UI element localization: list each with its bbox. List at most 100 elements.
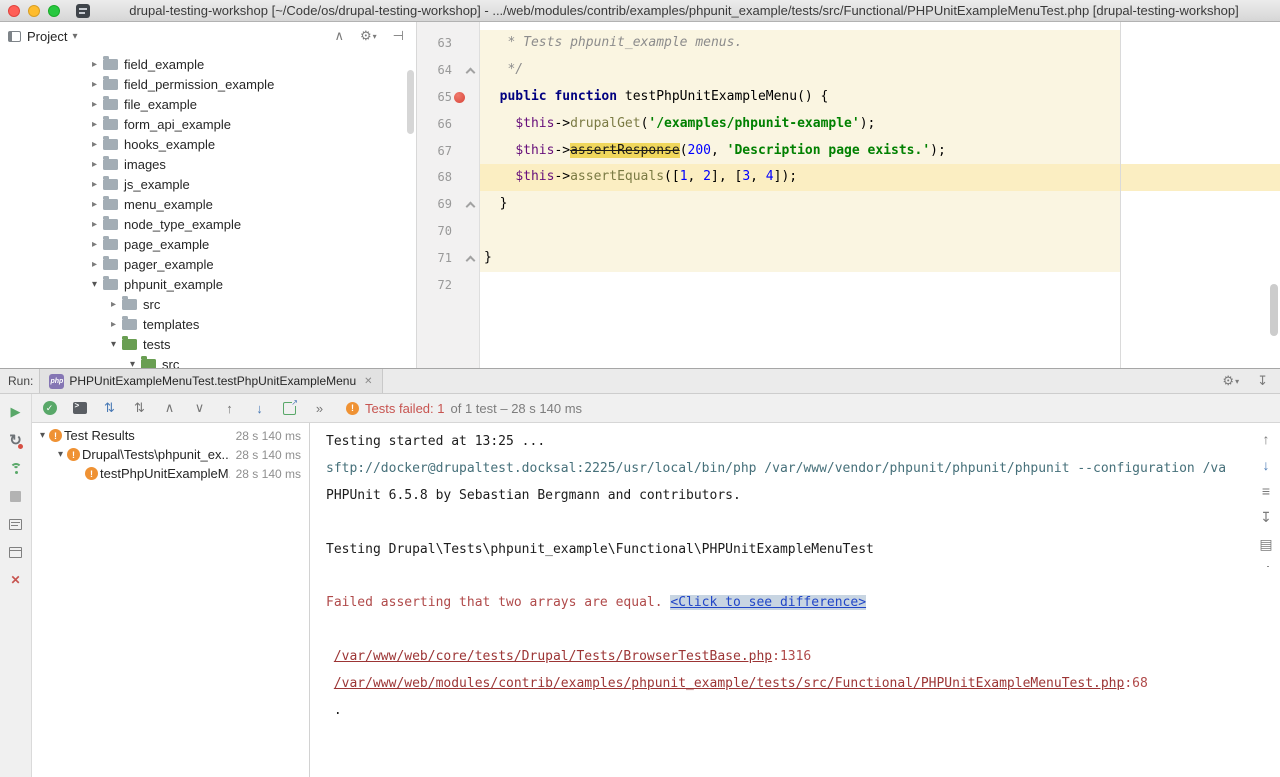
stacktrace-link[interactable]: /var/www/web/core/tests/Drupal/Tests/Bro… — [334, 649, 772, 664]
project-tree-item-js_example[interactable]: js_example — [0, 174, 416, 194]
close-window-button[interactable] — [8, 5, 20, 17]
dock-window-icon[interactable]: ↧ — [1257, 373, 1268, 389]
editor-line[interactable]: 69 } — [417, 191, 1280, 218]
chevron-right-icon[interactable] — [88, 119, 101, 130]
collapse-all-button[interactable]: ∨ — [192, 400, 207, 416]
stacktrace-link[interactable]: /var/www/web/modules/contrib/examples/ph… — [334, 676, 1125, 691]
project-tree-item-src[interactable]: src — [0, 294, 416, 314]
test-tree-item[interactable]: !Test Results28 s 140 ms — [32, 426, 309, 445]
editor[interactable]: 63 * Tests phpunit_example menus.64 */65… — [417, 22, 1280, 368]
restore-layout-button[interactable] — [0, 511, 31, 537]
show-console-button[interactable] — [72, 402, 87, 414]
down-stack-trace-button[interactable]: ↓ — [1263, 457, 1270, 473]
chevron-right-icon[interactable] — [88, 219, 101, 230]
chevron-right-icon[interactable] — [88, 199, 101, 210]
fold-icon[interactable] — [466, 67, 476, 77]
project-tree-item-tests[interactable]: tests — [0, 334, 416, 354]
chevron-right-icon[interactable] — [88, 159, 101, 170]
view-difference-link[interactable]: <Click to see difference> — [670, 595, 866, 610]
chevron-down-icon[interactable] — [54, 449, 67, 460]
rerun-failed-tests-button[interactable]: ↻ — [0, 427, 31, 453]
test-tree-item[interactable]: !Drupal\Tests\phpunit_ex...28 s 140 ms — [32, 445, 309, 464]
show-passed-button[interactable]: ✓ — [42, 401, 57, 415]
previous-failed-test-button[interactable]: ↑ — [222, 401, 237, 416]
project-scrollbar[interactable] — [406, 54, 415, 354]
close-run-panel-button[interactable]: ✕ — [0, 567, 31, 593]
stop-button[interactable] — [0, 483, 31, 509]
next-failed-test-button[interactable]: ↓ — [252, 401, 267, 416]
chevron-right-icon[interactable] — [107, 299, 120, 310]
settings-gear-icon[interactable]: ⚙▾ — [360, 28, 377, 44]
fold-icon[interactable] — [466, 256, 476, 266]
fold-icon[interactable] — [466, 202, 476, 212]
close-tab-icon[interactable]: ✕ — [364, 376, 372, 387]
settings-gear-icon[interactable]: ⚙▾ — [1222, 373, 1239, 389]
chevron-down-icon[interactable] — [107, 339, 120, 350]
chevron-right-icon[interactable] — [88, 239, 101, 250]
chevron-right-icon[interactable] — [88, 179, 101, 190]
rerun-button[interactable]: ▶ — [0, 399, 31, 425]
chevron-right-icon[interactable] — [88, 79, 101, 90]
project-tree-item-hooks_example[interactable]: hooks_example — [0, 134, 416, 154]
folder-icon — [122, 319, 137, 330]
soft-wrap-button[interactable]: ≡ — [1262, 483, 1270, 499]
editor-scrollbar[interactable] — [1267, 22, 1280, 368]
pin-tab-button[interactable] — [0, 539, 31, 565]
project-tree-item-templates[interactable]: templates — [0, 314, 416, 334]
open-in-editor-icon — [283, 402, 296, 415]
project-tree-item-field_permission_example[interactable]: field_permission_example — [0, 74, 416, 94]
project-tree-item-node_type_example[interactable]: node_type_example — [0, 214, 416, 234]
chevron-right-icon[interactable] — [107, 319, 120, 330]
scroll-to-end-button[interactable]: ↧ — [1260, 509, 1272, 526]
print-button[interactable]: ▤ — [1259, 536, 1272, 553]
chevron-down-icon[interactable] — [36, 430, 49, 441]
right-margin-guide — [1120, 22, 1121, 368]
test-tree-item[interactable]: !testPhpUnitExampleM...28 s 140 ms — [32, 464, 309, 483]
project-tree-item-page_example[interactable]: page_example — [0, 234, 416, 254]
project-panel-title[interactable]: Project — [27, 29, 67, 44]
project-tree-item-pager_example[interactable]: pager_example — [0, 254, 416, 274]
project-tree-item-src[interactable]: src — [0, 354, 416, 368]
code-line-text: public function testPhpUnitExampleMenu()… — [480, 84, 1280, 111]
chevron-right-icon[interactable] — [88, 259, 101, 270]
editor-line[interactable]: 67 $this->assertResponse(200, 'Descripti… — [417, 138, 1280, 165]
breakpoint-icon[interactable] — [454, 92, 465, 103]
editor-line[interactable]: 63 * Tests phpunit_example menus. — [417, 30, 1280, 57]
run-tab[interactable]: php PHPUnitExampleMenuTest.testPhpUnitEx… — [39, 369, 382, 393]
editor-line[interactable]: 64 */ — [417, 57, 1280, 84]
open-in-editor-button[interactable] — [282, 402, 297, 415]
hide-panel-icon[interactable]: ⊣ — [393, 28, 404, 44]
collapse-all-icon[interactable]: ∧ — [334, 28, 344, 44]
toggle-auto-test-button[interactable] — [0, 455, 31, 481]
project-tree-item-field_example[interactable]: field_example — [0, 54, 416, 74]
chevron-right-icon[interactable] — [88, 99, 101, 110]
project-tree-item-images[interactable]: images — [0, 154, 416, 174]
chevron-down-icon[interactable] — [126, 359, 139, 369]
editor-line[interactable]: 65 public function testPhpUnitExampleMen… — [417, 84, 1280, 111]
project-tree-item-file_example[interactable]: file_example — [0, 94, 416, 114]
title-bar: drupal-testing-workshop [~/Code/os/drupa… — [0, 0, 1280, 22]
expand-all-button[interactable]: ∧ — [162, 400, 177, 416]
project-tree-item-phpunit_example[interactable]: phpunit_example — [0, 274, 416, 294]
sort-by-duration-button[interactable]: ⇅ — [102, 400, 117, 416]
up-stack-trace-button[interactable]: ↑ — [1263, 431, 1270, 447]
project-tree-item-menu_example[interactable]: menu_example — [0, 194, 416, 214]
editor-line[interactable]: 66 $this->drupalGet('/examples/phpunit-e… — [417, 111, 1280, 138]
project-item-label: tests — [143, 337, 170, 352]
console-wrap[interactable]: Testing started at 13:25 ...sftp://docke… — [310, 423, 1252, 777]
folder-icon — [103, 99, 118, 110]
sort-alphabetically-button[interactable]: ⇅ — [132, 400, 147, 416]
show-passed-icon: ✓ — [43, 401, 57, 415]
more-actions-button[interactable]: » — [312, 401, 327, 416]
minimize-window-button[interactable] — [28, 5, 40, 17]
project-tree-item-form_api_example[interactable]: form_api_example — [0, 114, 416, 134]
editor-line[interactable]: 72 — [417, 272, 1280, 299]
editor-line[interactable]: 70 — [417, 218, 1280, 245]
chevron-right-icon[interactable] — [88, 139, 101, 150]
chevron-down-icon[interactable] — [88, 279, 101, 290]
zoom-window-button[interactable] — [48, 5, 60, 17]
editor-line[interactable]: 71} — [417, 245, 1280, 272]
editor-line[interactable]: 68 $this->assertEquals([1, 2], [3, 4]); — [417, 164, 1280, 191]
chevron-right-icon[interactable] — [88, 59, 101, 70]
chevron-down-icon[interactable]: ▾ — [72, 31, 77, 42]
